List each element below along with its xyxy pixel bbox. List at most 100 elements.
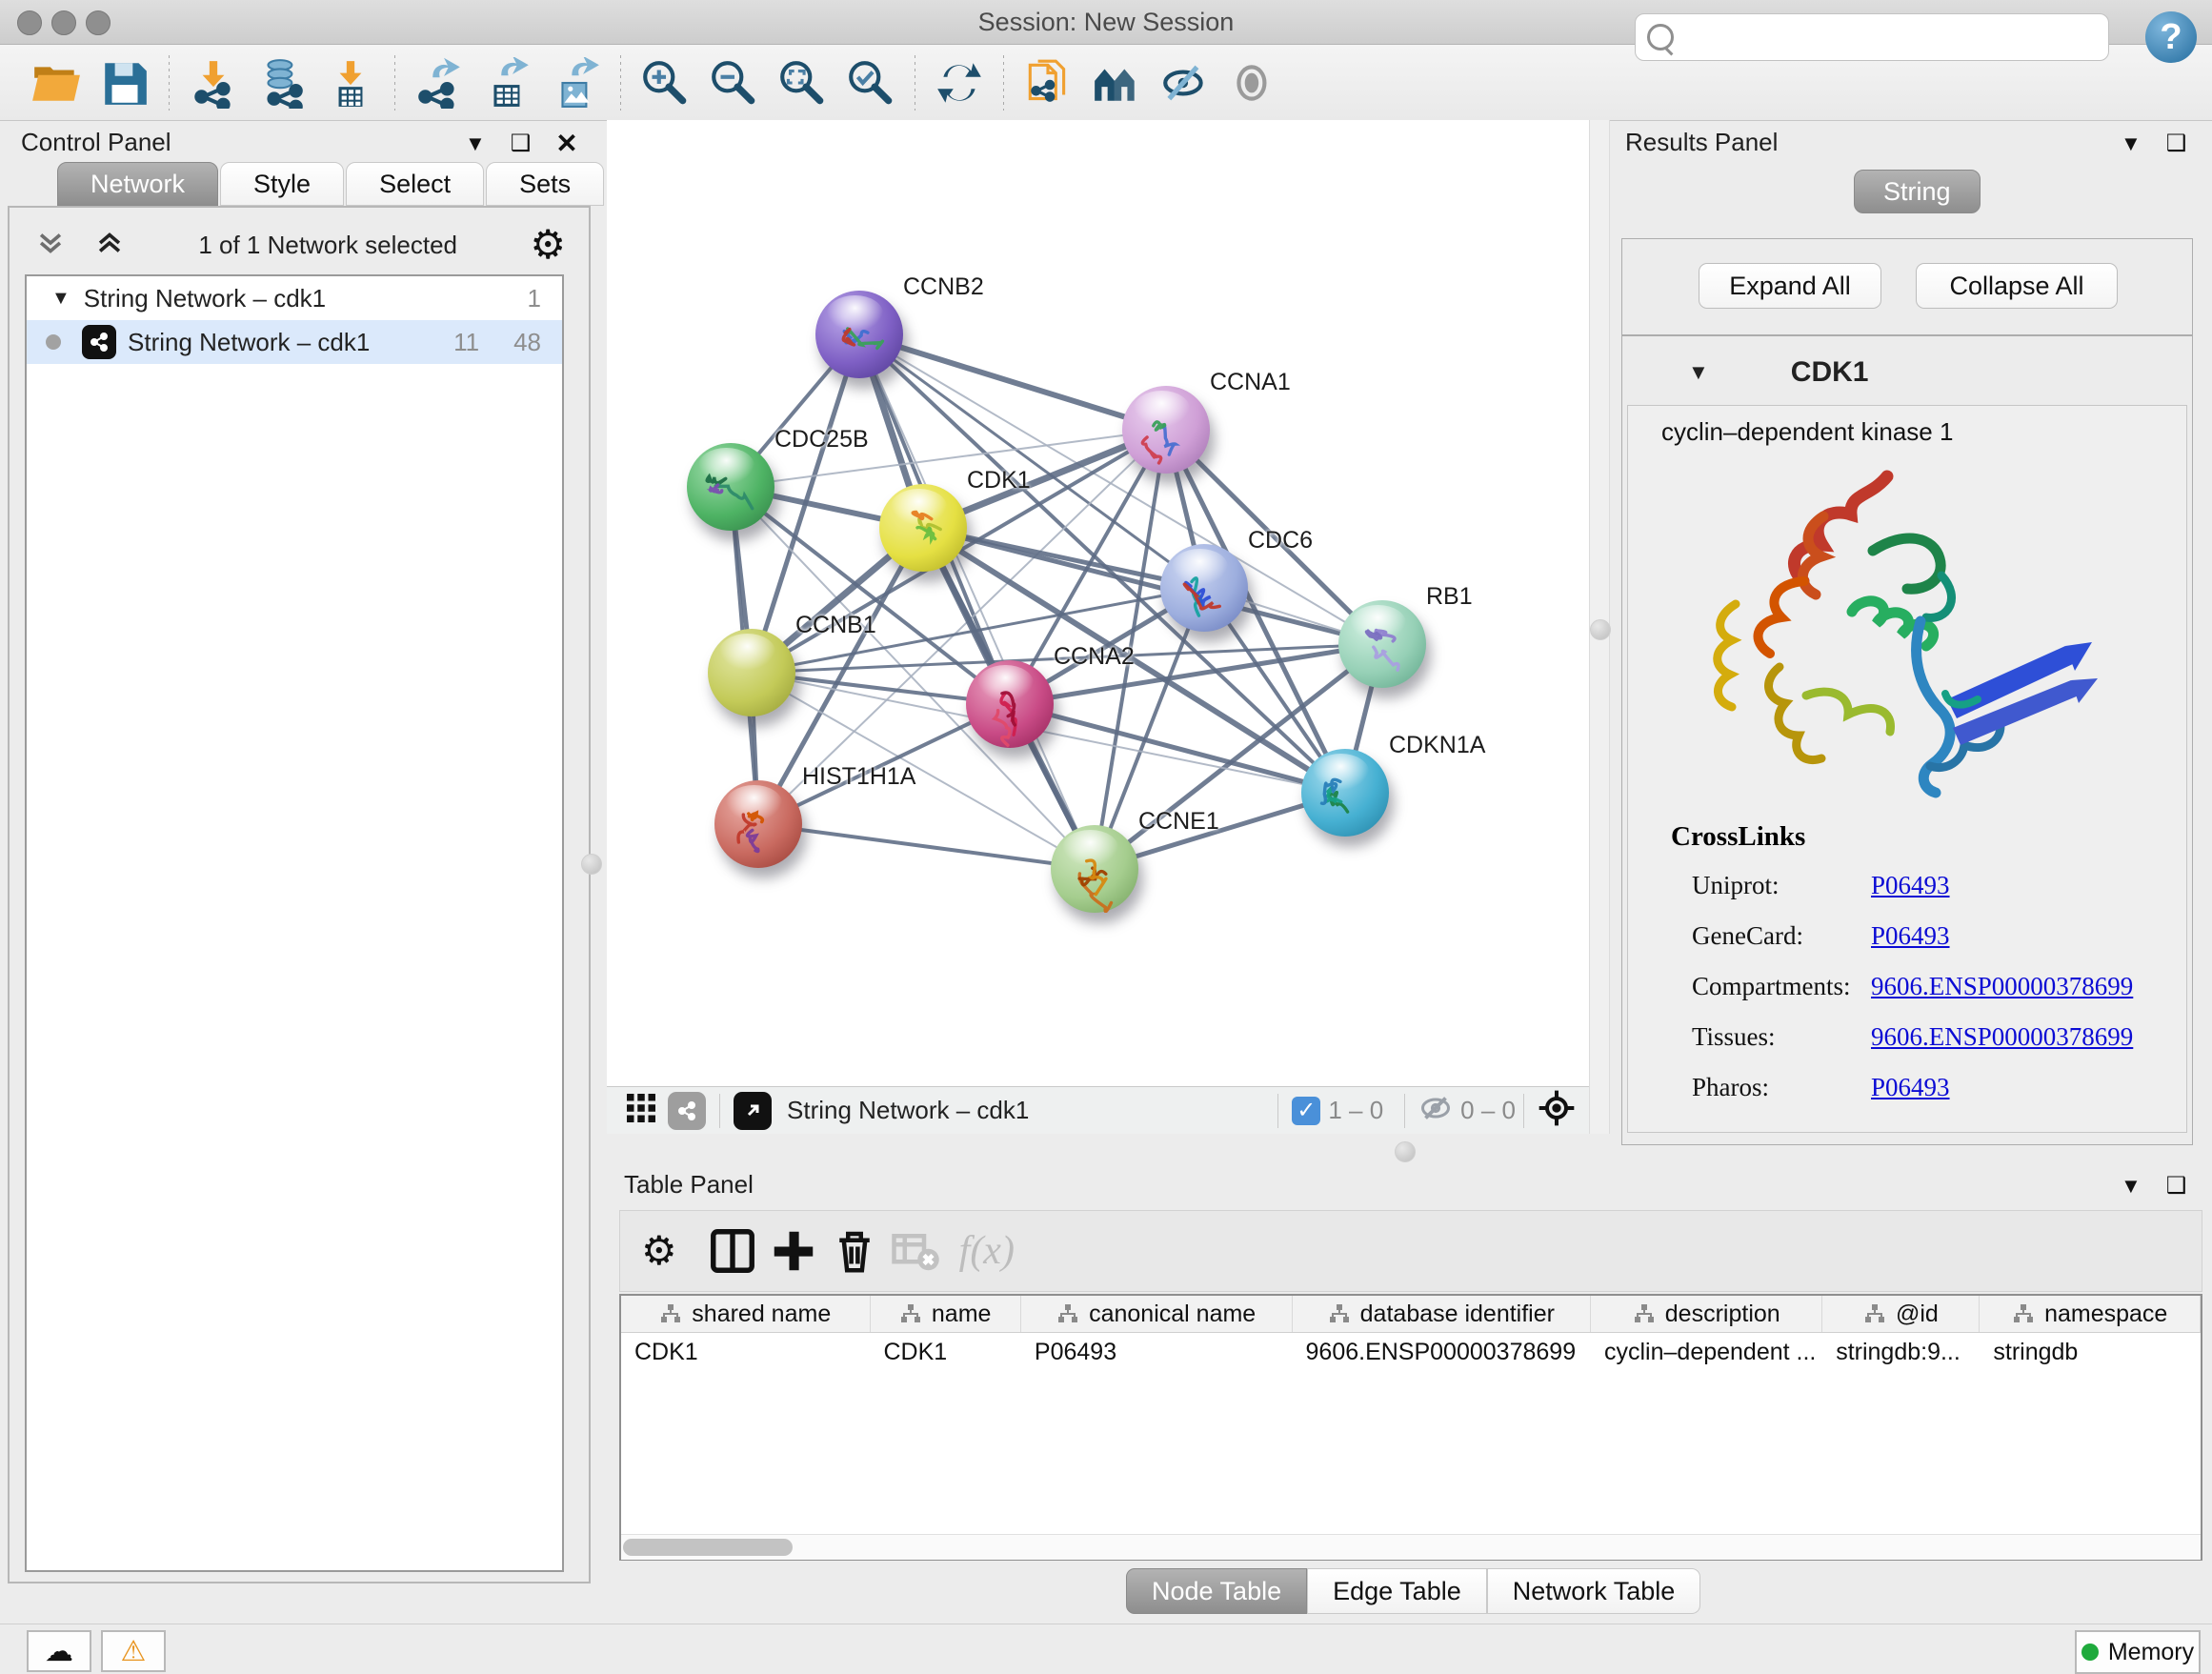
crosslink-link[interactable]: 9606.ENSP00000378699: [1871, 1022, 2133, 1060]
import-table-icon: [325, 57, 376, 109]
memory-button[interactable]: Memory: [2075, 1630, 2201, 1674]
zoom-selected-button[interactable]: [839, 51, 902, 114]
table-cell[interactable]: cyclin–dependent ...: [1591, 1333, 1822, 1371]
hide-selected-button[interactable]: [1154, 51, 1217, 114]
control-panel-float-icon[interactable]: ❑: [511, 130, 532, 157]
table-cell[interactable]: CDK1: [870, 1333, 1020, 1371]
show-columns-icon[interactable]: [705, 1223, 760, 1279]
table-hscrollbar-thumb[interactable]: [623, 1539, 793, 1556]
zoom-in-button[interactable]: [633, 51, 696, 114]
gene-expand-icon[interactable]: ▼: [1688, 360, 1709, 385]
tab-style[interactable]: Style: [220, 162, 344, 206]
node-table[interactable]: shared namenamecanonical namedatabase id…: [619, 1294, 2202, 1561]
column-header-name[interactable]: name: [871, 1296, 1021, 1332]
expand-all-button[interactable]: Expand All: [1699, 263, 1881, 309]
help-button[interactable]: ?: [2145, 11, 2197, 63]
node-CDK1[interactable]: [879, 484, 967, 572]
tab-string[interactable]: String: [1854, 170, 1981, 213]
apply-layout-button[interactable]: [928, 51, 991, 114]
table-cell[interactable]: P06493: [1021, 1333, 1293, 1371]
tab-network-table[interactable]: Network Table: [1487, 1568, 1701, 1614]
right-splitter-handle[interactable]: [1590, 619, 1611, 640]
crosslink-row: Tissues:9606.ENSP00000378699: [1692, 1022, 2178, 1060]
export-network-button[interactable]: [408, 51, 471, 114]
edge-CCNB2-CCNA1: [859, 334, 1166, 430]
table-options-gear-icon[interactable]: ⚙: [641, 1231, 677, 1271]
table-cell[interactable]: 9606.ENSP00000378699: [1293, 1333, 1591, 1371]
first-neighbors-button[interactable]: [1085, 51, 1148, 114]
crosslink-link[interactable]: P06493: [1871, 871, 1950, 909]
table-cell[interactable]: CDK1: [621, 1333, 870, 1371]
show-all-button[interactable]: [1222, 51, 1285, 114]
search-box[interactable]: [1635, 13, 2109, 61]
table-panel-collapse-icon[interactable]: ▼: [2121, 1174, 2142, 1199]
control-panel-close-icon[interactable]: ✕: [555, 128, 577, 159]
cloud-status-button[interactable]: ☁: [27, 1630, 91, 1672]
column-header-canonical-name[interactable]: canonical name: [1021, 1296, 1293, 1332]
import-network-database-button[interactable]: [251, 51, 313, 114]
node-CCNA2[interactable]: [966, 660, 1054, 748]
table-cell[interactable]: stringdb: [1980, 1333, 2201, 1371]
node-CCNA1[interactable]: [1122, 386, 1210, 474]
import-network-file-button[interactable]: [182, 51, 245, 114]
open-session-icon: [30, 57, 82, 109]
open-session-button[interactable]: [25, 51, 88, 114]
network-list: ▼ String Network – cdk1 1 String Network…: [25, 274, 564, 1572]
node-CDC25B[interactable]: [687, 443, 774, 531]
column-header-shared-name[interactable]: shared name: [621, 1296, 871, 1332]
export-image-button[interactable]: [545, 51, 608, 114]
column-header-@id[interactable]: @id: [1822, 1296, 1980, 1332]
selected-checkbox-icon[interactable]: ✓: [1292, 1097, 1320, 1125]
network-collection-row[interactable]: ▼ String Network – cdk1 1: [27, 276, 562, 320]
tab-sets[interactable]: Sets: [486, 162, 604, 206]
column-header-database-identifier[interactable]: database identifier: [1293, 1296, 1592, 1332]
node-RB1[interactable]: [1338, 600, 1426, 688]
collection-expand-icon[interactable]: ▼: [51, 288, 70, 310]
birdseye-grid-icon[interactable]: [624, 1091, 658, 1130]
search-input[interactable]: [1683, 22, 2108, 53]
clone-network-button[interactable]: [1016, 51, 1079, 114]
collapse-all-button[interactable]: Collapse All: [1916, 263, 2118, 309]
network-canvas[interactable]: CCNB2CCNA1CDC25BCDK1CDC6RB1CCNB1CCNA2CDK…: [607, 120, 1590, 1086]
delete-column-icon[interactable]: [827, 1223, 882, 1279]
column-header-namespace[interactable]: namespace: [1980, 1296, 2201, 1332]
create-column-icon[interactable]: [766, 1223, 821, 1279]
save-session-button[interactable]: [93, 51, 156, 114]
string-style-icon[interactable]: [668, 1092, 706, 1130]
zoom-fit-button[interactable]: [771, 51, 834, 114]
network-row[interactable]: String Network – cdk1 11 48: [27, 320, 562, 364]
horizontal-splitter-handle[interactable]: [1395, 1141, 1416, 1162]
node-CCNE1[interactable]: [1051, 825, 1138, 913]
crosslink-link[interactable]: 9606.ENSP00000378699: [1871, 972, 2133, 1010]
table-hscrollbar[interactable]: [621, 1534, 2201, 1560]
node-CDKN1A[interactable]: [1301, 749, 1389, 837]
node-CCNB2[interactable]: [815, 291, 903, 378]
crosslink-link[interactable]: P06493: [1871, 1073, 1950, 1111]
table-row[interactable]: CDK1CDK1P064939606.ENSP00000378699cyclin…: [621, 1333, 2201, 1371]
results-panel-collapse-icon[interactable]: ▼: [2121, 131, 2142, 156]
collapse-all-networks-icon[interactable]: [34, 227, 67, 264]
tab-select[interactable]: Select: [346, 162, 484, 206]
import-table-button[interactable]: [319, 51, 382, 114]
hidden-eye-icon[interactable]: [1418, 1091, 1453, 1130]
control-panel-collapse-icon[interactable]: ▼: [465, 131, 486, 156]
crosslink-link[interactable]: P06493: [1871, 921, 1950, 959]
table-panel-float-icon[interactable]: ❑: [2166, 1172, 2187, 1200]
warnings-button[interactable]: ⚠: [101, 1630, 166, 1672]
left-splitter-handle[interactable]: [581, 854, 602, 875]
table-cell[interactable]: stringdb:9...: [1822, 1333, 1980, 1371]
node-CDC6[interactable]: [1160, 544, 1248, 632]
zoom-out-button[interactable]: [702, 51, 765, 114]
column-header-description[interactable]: description: [1591, 1296, 1822, 1332]
tab-edge-table[interactable]: Edge Table: [1307, 1568, 1487, 1614]
tab-network[interactable]: Network: [57, 162, 218, 206]
results-panel-float-icon[interactable]: ❑: [2166, 130, 2187, 157]
tab-node-table[interactable]: Node Table: [1126, 1568, 1307, 1614]
export-table-button[interactable]: [476, 51, 539, 114]
open-in-new-window-icon[interactable]: [734, 1092, 772, 1130]
fit-selected-crosshair-icon[interactable]: [1538, 1089, 1576, 1132]
expand-all-networks-icon[interactable]: [93, 227, 126, 264]
network-options-gear-icon[interactable]: ⚙: [530, 225, 566, 265]
node-CCNB1[interactable]: [708, 629, 795, 716]
node-HIST1H1A[interactable]: [714, 780, 802, 868]
